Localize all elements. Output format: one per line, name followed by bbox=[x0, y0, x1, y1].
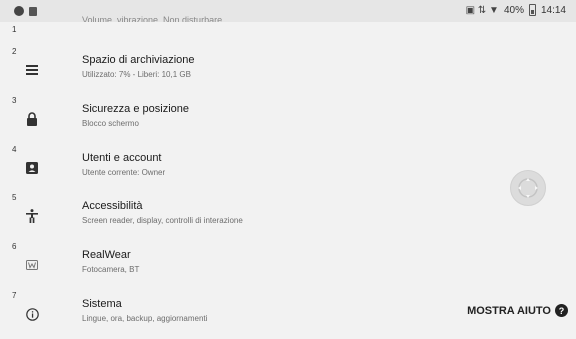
info-icon bbox=[24, 306, 40, 322]
notification-image-icon bbox=[29, 6, 37, 16]
settings-item-summary: Fotocamera, BT bbox=[82, 265, 140, 274]
settings-item-title: Utenti e account bbox=[82, 152, 162, 164]
item-number: 1 bbox=[12, 25, 17, 34]
battery-icon bbox=[528, 4, 536, 16]
status-left bbox=[14, 6, 37, 16]
show-help-button[interactable]: MOSTRA AIUTO ? bbox=[467, 304, 568, 317]
accessibility-icon bbox=[24, 208, 40, 224]
lock-icon bbox=[24, 111, 40, 127]
settings-item-summary: Lingue, ora, backup, aggiornamenti bbox=[82, 314, 208, 323]
clock: 14:14 bbox=[540, 4, 566, 16]
settings-item-title: RealWear bbox=[82, 249, 131, 261]
settings-item-summary: Volume, vibrazione, Non disturbare bbox=[82, 15, 223, 22]
settings-item-security[interactable]: 3 Sicurezza e posizione Blocco schermo bbox=[0, 96, 576, 144]
settings-item-summary: Utente corrente: Owner bbox=[82, 168, 166, 177]
settings-item-summary: Blocco schermo bbox=[82, 119, 139, 128]
notification-dot-icon bbox=[14, 6, 24, 16]
battery-percent: 40% bbox=[503, 4, 524, 16]
item-number: 7 bbox=[12, 291, 17, 300]
settings-item-summary: Screen reader, display, controlli di int… bbox=[82, 216, 243, 225]
settings-item-accounts[interactable]: 4 Utenti e account Utente corrente: Owne… bbox=[0, 145, 576, 193]
arrows-icon bbox=[518, 178, 538, 198]
item-number: 2 bbox=[12, 47, 17, 56]
realwear-icon bbox=[24, 257, 40, 273]
item-number: 6 bbox=[12, 242, 17, 251]
settings-item-accessibility[interactable]: 5 Accessibilità Screen reader, display, … bbox=[0, 193, 576, 241]
account-icon bbox=[24, 160, 40, 176]
item-number: 4 bbox=[12, 145, 17, 154]
settings-item-title: Spazio di archiviazione bbox=[82, 54, 195, 66]
help-icon: ? bbox=[555, 304, 568, 317]
item-number: 5 bbox=[12, 193, 17, 202]
status-right: ▣ ⇅ ▼ 40% 14:14 bbox=[466, 4, 566, 16]
settings-item-summary: Utilizzato: 7% - Liberi: 10,1 GB bbox=[82, 70, 191, 79]
settings-item-realwear[interactable]: 6 RealWear Fotocamera, BT bbox=[0, 242, 576, 290]
settings-item-sound[interactable]: 1 bbox=[0, 22, 576, 38]
settings-item-title: Sistema bbox=[82, 298, 122, 310]
navigation-joystick-button[interactable] bbox=[510, 170, 546, 206]
show-help-label: MOSTRA AIUTO bbox=[467, 304, 551, 317]
settings-item-title: Sicurezza e posizione bbox=[82, 103, 190, 115]
settings-item-storage[interactable]: 2 Spazio di archiviazione Utilizzato: 7%… bbox=[0, 47, 576, 95]
storage-icon bbox=[24, 62, 40, 78]
settings-item-title: Accessibilità bbox=[82, 200, 143, 212]
item-number: 3 bbox=[12, 96, 17, 105]
signal-icons: ▣ ⇅ ▼ bbox=[465, 4, 499, 16]
